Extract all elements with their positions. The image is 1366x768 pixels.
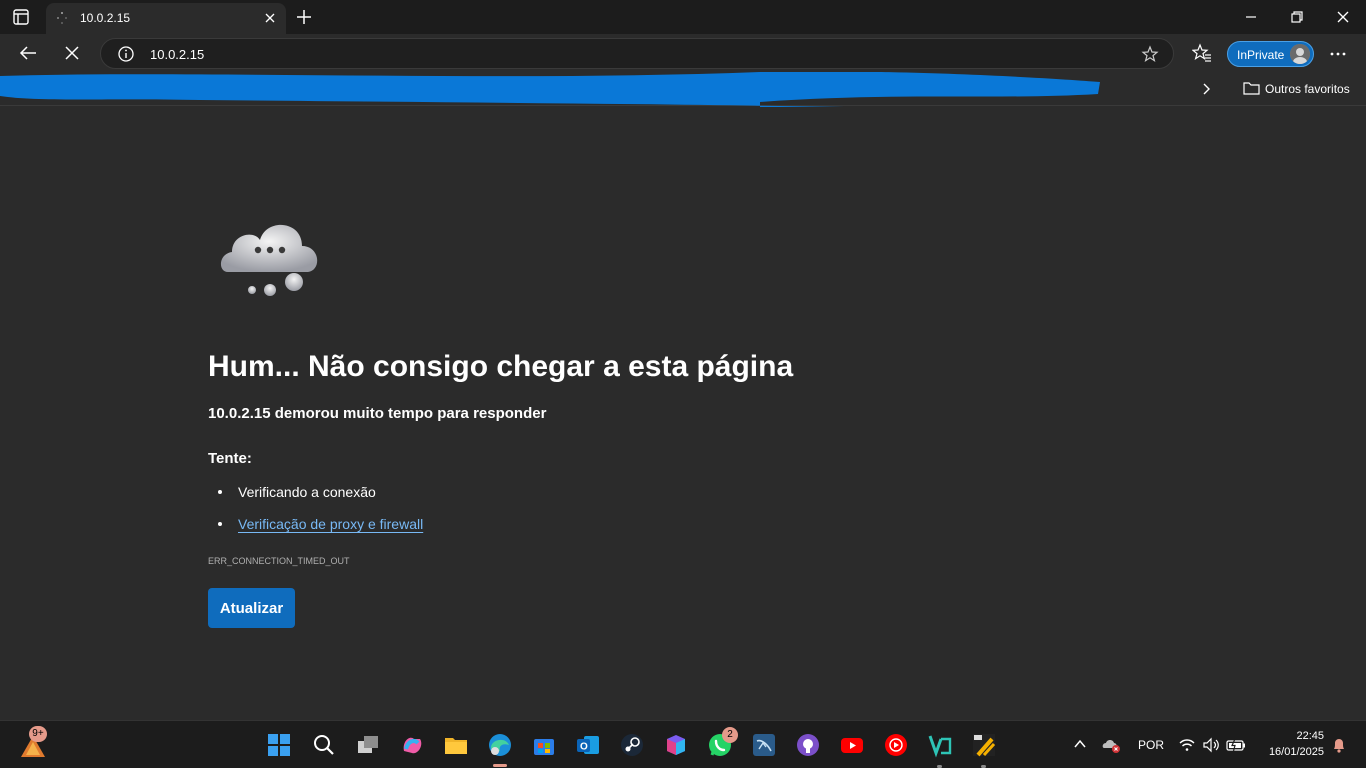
error-code: ERR_CONNECTION_TIMED_OUT: [208, 556, 350, 566]
onedrive-error-icon[interactable]: [1102, 736, 1122, 754]
visualg-icon[interactable]: [926, 731, 954, 759]
system-clock[interactable]: 22:45 16/01/2025: [1258, 728, 1324, 760]
search-icon[interactable]: [310, 731, 338, 759]
mysql-workbench-icon[interactable]: [750, 731, 778, 759]
chevron-right-icon[interactable]: [1198, 81, 1214, 97]
favorites-icon[interactable]: [1192, 43, 1212, 63]
site-info-icon[interactable]: [117, 45, 135, 63]
start-windows-icon[interactable]: [265, 731, 293, 759]
address-bar[interactable]: [100, 38, 1174, 69]
error-heading: Hum... Não consigo chegar a esta página: [208, 350, 794, 383]
active-app-indicator: [493, 764, 507, 767]
file-explorer-icon[interactable]: [442, 731, 470, 759]
microsoft-365-icon[interactable]: [662, 731, 690, 759]
error-subheading: 10.0.2.15 demorou muito tempo para respo…: [208, 405, 547, 422]
avatar: [1290, 44, 1310, 64]
cloud-icon: [220, 224, 318, 296]
x64dbg-icon[interactable]: [970, 731, 998, 759]
other-favorites-label: Outros favoritos: [1265, 82, 1350, 96]
folder-icon: [1243, 82, 1260, 95]
back-arrow-icon[interactable]: [17, 42, 39, 64]
task-view-icon[interactable]: [354, 731, 382, 759]
edge-browser-icon[interactable]: [486, 731, 514, 759]
outlook-icon[interactable]: O: [574, 731, 602, 759]
new-tab-icon[interactable]: [294, 7, 314, 27]
tab-active[interactable]: 10.0.2.15: [46, 3, 286, 34]
clock-time: 22:45: [1296, 730, 1324, 742]
show-hidden-icons-chevron-icon[interactable]: [1073, 737, 1087, 751]
whatsapp-badge: 2: [722, 727, 738, 743]
taskbar: 9+ O 2 POR 22:45 16/01/2025: [0, 720, 1366, 768]
restore-icon[interactable]: [1289, 9, 1305, 25]
stop-loading-icon[interactable]: [61, 42, 83, 64]
more-options-icon[interactable]: [1328, 44, 1348, 64]
minimize-icon[interactable]: [1243, 9, 1259, 25]
weather-badge: 9+: [29, 726, 47, 742]
close-tab-icon[interactable]: [262, 10, 278, 26]
clock-date: 16/01/2025: [1268, 746, 1324, 758]
navigation-toolbar: InPrivate: [0, 34, 1366, 72]
github-desktop-icon[interactable]: [794, 731, 822, 759]
tab-bar: 10.0.2.15: [0, 0, 1366, 34]
favorites-bar: Outros favoritos: [0, 72, 1366, 113]
bullet-dot: [218, 490, 222, 494]
battery-charging-icon[interactable]: [1226, 737, 1246, 753]
youtube-icon[interactable]: [838, 731, 866, 759]
youtube-music-icon[interactable]: [882, 731, 910, 759]
error-page: Hum... Não consigo chegar a esta página …: [0, 107, 1366, 720]
try-label: Tente:: [208, 450, 252, 467]
favorite-star-icon[interactable]: [1141, 45, 1159, 63]
steam-icon[interactable]: [618, 731, 646, 759]
loading-dots-icon: [57, 12, 67, 24]
close-window-icon[interactable]: [1335, 9, 1351, 25]
notification-bell-icon[interactable]: [1330, 736, 1348, 754]
bullet-dot: [218, 522, 222, 526]
copilot-icon[interactable]: [398, 731, 426, 759]
volume-icon[interactable]: [1202, 736, 1220, 754]
suggestion-check-connection: Verificando a conexão: [238, 484, 376, 500]
svg-text:O: O: [580, 742, 588, 753]
microsoft-store-icon[interactable]: [530, 731, 558, 759]
inprivate-label: InPrivate: [1237, 48, 1285, 62]
refresh-button[interactable]: Atualizar: [208, 588, 295, 628]
inprivate-profile-button[interactable]: InPrivate: [1227, 41, 1314, 67]
tab-title: 10.0.2.15: [80, 11, 131, 25]
proxy-firewall-link[interactable]: Verificação de proxy e firewall: [238, 516, 423, 532]
input-language[interactable]: POR: [1138, 738, 1164, 752]
url-input[interactable]: [150, 47, 1050, 62]
tab-actions-icon[interactable]: [12, 8, 30, 26]
wifi-icon[interactable]: [1178, 736, 1196, 754]
